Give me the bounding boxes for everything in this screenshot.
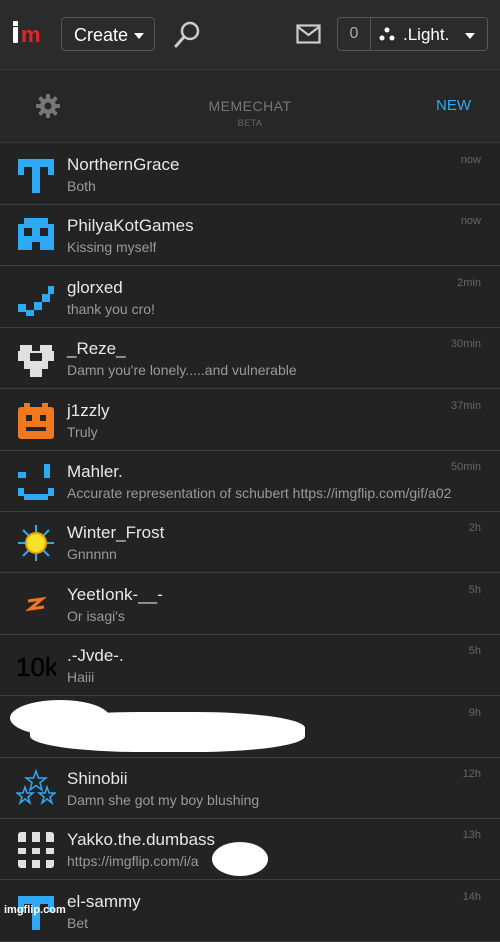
- conversation-preview: Haiii: [67, 669, 95, 686]
- conversation-time: 13h: [462, 829, 481, 842]
- svg-text:10k: 10k: [16, 652, 56, 682]
- new-chat-button[interactable]: NEW: [436, 97, 471, 114]
- conversation-row[interactable]: glorxed thank you cro! 2min: [0, 266, 500, 328]
- blue-mask-icon: [16, 216, 56, 256]
- chevron-down-icon: [134, 33, 144, 39]
- notification-count[interactable]: 0: [337, 17, 371, 51]
- conversation-preview: https://imgflip.com/i/a: [67, 853, 199, 870]
- conversation-time: 2h: [468, 522, 481, 535]
- create-label: Create: [74, 25, 129, 45]
- conversation-time: 12h: [462, 768, 481, 780]
- 10k-text-icon: 10k: [16, 646, 59, 686]
- conversation-preview: Bet: [67, 914, 89, 931]
- blue-check-icon: [16, 278, 56, 318]
- create-button[interactable]: Create: [61, 17, 155, 51]
- conversation-row[interactable]: PhilyaKotGames Kissing myself now: [0, 204, 500, 267]
- conversation-preview: Or isagi's: [67, 607, 125, 624]
- conversation-username: _Reze_: [67, 339, 126, 359]
- conversation-username: .-Jvde-.: [67, 646, 124, 666]
- conversation-row[interactable]: Winter_Frost Gnnnnn 2h: [0, 511, 500, 574]
- conversation-row[interactable]: j1zzly Truly 37min: [0, 389, 500, 451]
- conversation-preview: Gnnnnn: [67, 546, 117, 563]
- conversation-username: NorthernGrace: [67, 155, 180, 174]
- redaction-scribble: [30, 712, 305, 752]
- chevron-down-icon: [465, 33, 475, 39]
- imgflip-logo[interactable]: m: [13, 19, 49, 49]
- username: .Light.: [403, 25, 450, 44]
- conversation-time: 9h: [468, 706, 481, 719]
- conversation-row[interactable]: _Reze_ Damn you're lonely.....and vulnera…: [0, 327, 500, 390]
- conversation-time: 50min: [451, 461, 481, 473]
- conversation-row[interactable]: NorthernGrace Both now: [0, 143, 500, 205]
- conversation-row[interactable]: YeetIonk-__- Or isagi's 5h: [0, 573, 500, 635]
- conversation-row[interactable]: Mahler. Accurate representation of schube…: [0, 450, 500, 512]
- conversation-preview: Accurate representation of schubert http…: [67, 485, 452, 501]
- search-icon[interactable]: [172, 20, 202, 50]
- chat-title: MEMECHAT: [208, 98, 292, 114]
- blue-cross-icon: [16, 155, 56, 195]
- stars-icon: [14, 768, 58, 809]
- memechat-header: MEMECHAT BETA NEW: [0, 70, 500, 143]
- beta-badge: BETA: [237, 118, 263, 128]
- conversation-time: 5h: [468, 645, 481, 658]
- conversation-username: Winter_Frost: [67, 523, 165, 543]
- conversation-time: now: [460, 154, 481, 166]
- conversation-preview: thank you cro!: [67, 300, 155, 317]
- conversation-preview: Both: [67, 178, 96, 194]
- conversation-username: Yakko.the.dumbass: [67, 830, 216, 850]
- redaction-scribble: [212, 842, 268, 876]
- mail-icon[interactable]: [296, 24, 321, 44]
- conversation-time: 14h: [462, 890, 481, 903]
- watermark: imgflip.com: [4, 904, 66, 916]
- conversation-time: now: [460, 215, 481, 228]
- conversation-row[interactable]: 10k .-Jvde-. Haiii 5h: [0, 634, 500, 697]
- top-bar: m Create 0 .Light.: [0, 0, 500, 70]
- conversation-username: el-sammy: [67, 891, 141, 911]
- conversation-username: j1zzly: [67, 400, 110, 420]
- white-heart-icon: [16, 339, 56, 379]
- conversation-username: Mahler.: [67, 462, 123, 481]
- conversation-preview: Damn she got my boy blushing: [67, 792, 260, 808]
- conversation-time: 37min: [451, 399, 481, 412]
- conversation-time: 2min: [457, 276, 481, 289]
- conversation-preview: Truly: [67, 423, 98, 440]
- orange-lightning-icon: [16, 585, 56, 625]
- blue-smile-icon: [16, 462, 56, 502]
- user-menu-button[interactable]: .Light.: [371, 17, 488, 51]
- white-grid-icon: [16, 830, 56, 870]
- conversation-username: glorxed: [67, 277, 123, 297]
- sun-icon: [16, 523, 56, 563]
- orange-face-icon: [16, 401, 56, 441]
- conversation-time: 5h: [468, 583, 481, 596]
- conversation-username: Shinobii: [67, 769, 128, 788]
- conversation-time: 30min: [451, 338, 481, 351]
- conversation-preview: Damn you're lonely.....and vulnerable: [67, 362, 297, 379]
- conversation-username: YeetIonk-__-: [67, 584, 163, 604]
- user-avatar-icon: [379, 27, 395, 41]
- conversation-preview: Kissing myself: [67, 239, 157, 256]
- conversation-username: PhilyaKotGames: [67, 216, 194, 236]
- conversation-row[interactable]: Shinobii Damn she got my boy blushing 12h: [0, 757, 500, 819]
- conversation-row[interactable]: el-sammy Bet 14h: [0, 880, 500, 942]
